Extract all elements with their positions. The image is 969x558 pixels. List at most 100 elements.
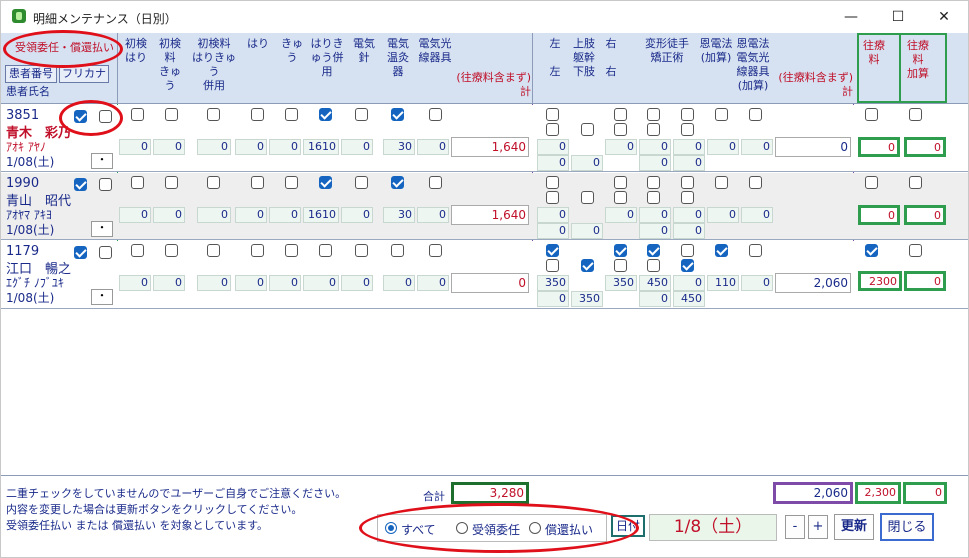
cb-col[interactable] — [285, 244, 298, 257]
cb-col[interactable] — [429, 176, 442, 189]
row-detail-button[interactable]: ・ — [91, 289, 113, 305]
close-window-button[interactable]: ✕ — [921, 1, 967, 33]
value-field[interactable]: 0 — [537, 207, 569, 223]
cb-ory[interactable] — [865, 176, 878, 189]
value-field[interactable]: 0 — [153, 139, 185, 155]
cb-col[interactable] — [749, 176, 762, 189]
value-field[interactable]: 0 — [383, 275, 415, 291]
cb-col[interactable] — [355, 176, 368, 189]
value-field[interactable]: 0 — [571, 155, 603, 171]
cb-col[interactable] — [681, 108, 694, 121]
row-detail-button[interactable]: ・ — [91, 221, 113, 237]
cb-col[interactable] — [285, 108, 298, 121]
cb-col[interactable] — [681, 123, 694, 136]
value-field[interactable]: 0 — [707, 207, 739, 223]
value-field[interactable]: 0 — [119, 139, 151, 155]
value-field[interactable]: 0 — [235, 275, 267, 291]
cb-col[interactable] — [165, 244, 178, 257]
value-field[interactable]: 450 — [673, 291, 705, 307]
value-field[interactable]: 0 — [741, 275, 773, 291]
table-row[interactable]: 1990 青山 昭代 ｱｵﾔﾏ ｱｷﾖ 1/08(土) ・ 0 0 0 0 0 … — [1, 173, 968, 240]
close-button[interactable]: 閉じる — [880, 513, 934, 541]
value-field[interactable]: 0 — [235, 139, 267, 155]
cb-col[interactable] — [715, 244, 728, 257]
cb-col[interactable] — [647, 108, 660, 121]
cb-col[interactable] — [131, 244, 144, 257]
value-field[interactable]: 0 — [571, 223, 603, 239]
maximize-button[interactable]: ☐ — [875, 1, 921, 33]
ory-field[interactable]: 2300 — [858, 271, 902, 291]
row-check-shokan[interactable] — [99, 178, 112, 191]
value-field[interactable]: 450 — [639, 275, 671, 291]
cb-ory-add[interactable] — [909, 176, 922, 189]
value-field[interactable]: 0 — [119, 275, 151, 291]
value-field[interactable]: 0 — [639, 139, 671, 155]
value-field[interactable]: 0 — [417, 275, 449, 291]
minimize-button[interactable]: — — [828, 1, 874, 33]
cb-col[interactable] — [251, 244, 264, 257]
cb-col[interactable] — [681, 244, 694, 257]
cb-col[interactable] — [391, 108, 404, 121]
value-field[interactable]: 0 — [707, 139, 739, 155]
cb-col[interactable] — [546, 191, 559, 204]
cb-col[interactable] — [614, 108, 627, 121]
cb-col[interactable] — [546, 123, 559, 136]
cb-col[interactable] — [546, 176, 559, 189]
cb-col[interactable] — [647, 176, 660, 189]
cb-col[interactable] — [681, 191, 694, 204]
value-field[interactable]: 0 — [537, 223, 569, 239]
cb-col[interactable] — [546, 259, 559, 272]
value-field[interactable]: 0 — [417, 207, 449, 223]
cb-col[interactable] — [546, 108, 559, 121]
cb-col[interactable] — [319, 176, 332, 189]
cb-col[interactable] — [581, 191, 594, 204]
value-field[interactable]: 0 — [741, 139, 773, 155]
cb-col[interactable] — [749, 244, 762, 257]
value-field[interactable]: 0 — [605, 139, 637, 155]
cb-col[interactable] — [165, 108, 178, 121]
cb-col[interactable] — [614, 176, 627, 189]
cb-col[interactable] — [391, 244, 404, 257]
value-field[interactable]: 0 — [269, 139, 301, 155]
cb-col[interactable] — [581, 123, 594, 136]
row-detail-button[interactable]: ・ — [91, 153, 113, 169]
cb-col[interactable] — [614, 244, 627, 257]
value-field[interactable]: 0 — [417, 139, 449, 155]
value-field[interactable]: 0 — [341, 275, 373, 291]
cb-col[interactable] — [614, 123, 627, 136]
date-field[interactable]: 1/8（土） — [649, 514, 777, 541]
value-field[interactable]: 0 — [605, 207, 637, 223]
value-field[interactable]: 0 — [197, 207, 231, 223]
ory-add-field[interactable]: 0 — [904, 271, 946, 291]
value-field[interactable]: 0 — [673, 207, 705, 223]
cb-col[interactable] — [251, 108, 264, 121]
value-field[interactable]: 0 — [673, 223, 705, 239]
cb-col[interactable] — [546, 244, 559, 257]
update-button[interactable]: 更新 — [834, 514, 874, 540]
cb-col[interactable] — [429, 244, 442, 257]
table-row[interactable]: 1179 江口 暢之 ｴｸﾞﾁ ﾉﾌﾞﾕｷ 1/08(土) ・ 0 0 0 0 … — [1, 241, 968, 309]
value-field[interactable]: 0 — [673, 275, 705, 291]
value-field[interactable]: 0 — [639, 223, 671, 239]
ory-field[interactable]: 0 — [858, 205, 900, 225]
ory-field[interactable]: 0 — [858, 137, 900, 157]
cb-col[interactable] — [429, 108, 442, 121]
value-field[interactable]: 0 — [153, 207, 185, 223]
cb-col[interactable] — [715, 176, 728, 189]
value-field[interactable]: 0 — [119, 207, 151, 223]
date-prev-button[interactable]: - — [785, 515, 805, 539]
cb-col[interactable] — [391, 176, 404, 189]
cb-ory-add[interactable] — [909, 244, 922, 257]
cb-col[interactable] — [207, 244, 220, 257]
cb-col[interactable] — [647, 123, 660, 136]
value-field[interactable]: 1610 — [303, 207, 339, 223]
cb-col[interactable] — [165, 176, 178, 189]
cb-col[interactable] — [251, 176, 264, 189]
cb-col[interactable] — [131, 176, 144, 189]
value-field[interactable]: 350 — [605, 275, 637, 291]
value-field[interactable]: 0 — [303, 275, 339, 291]
cb-col[interactable] — [749, 108, 762, 121]
cb-col[interactable] — [207, 108, 220, 121]
cb-col[interactable] — [131, 108, 144, 121]
cb-ory[interactable] — [865, 244, 878, 257]
